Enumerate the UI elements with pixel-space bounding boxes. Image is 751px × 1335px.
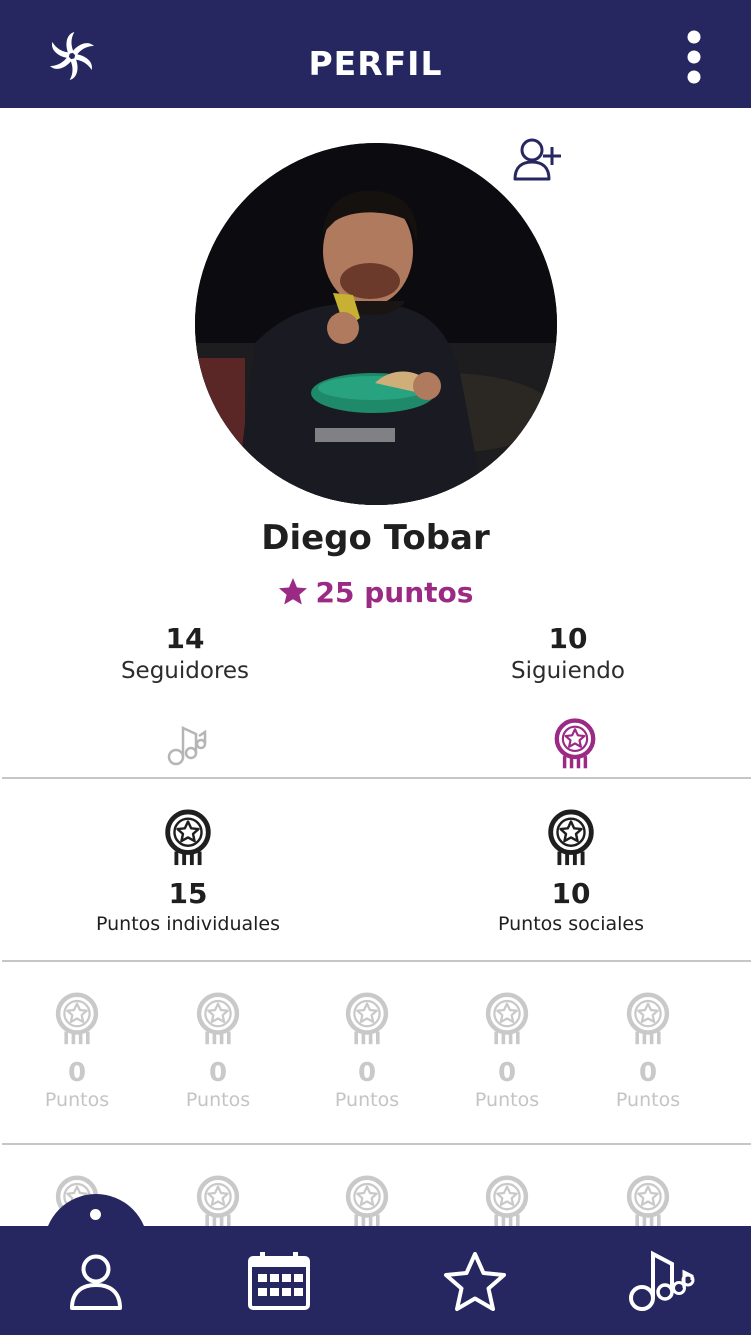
tab-music[interactable] (165, 722, 209, 770)
badge-value: 0 (67, 1058, 87, 1088)
individual-points-value: 15 (168, 877, 208, 910)
badge-label: Puntos (44, 1089, 110, 1111)
followers-stat[interactable]: 14 Seguidores (55, 622, 315, 686)
badge-item[interactable]: 0 Puntos (447, 992, 567, 1112)
badge-item[interactable] (158, 1175, 278, 1229)
individual-points: 15 Puntos individuales (38, 809, 338, 937)
followers-label: Seguidores (120, 658, 250, 684)
page-title: PERFIL (308, 44, 443, 83)
badge-label: Puntos (474, 1089, 540, 1111)
star-icon (278, 578, 307, 605)
badge-item[interactable] (307, 1175, 427, 1229)
individual-points-label: Puntos individuales (95, 913, 281, 935)
badge-label: Puntos (185, 1089, 251, 1111)
badge-item[interactable]: 0 Puntos (307, 992, 427, 1112)
active-dot (90, 1209, 101, 1220)
medal-icon (625, 1175, 671, 1229)
following-label: Siguiendo (511, 658, 625, 684)
medal-icon (553, 718, 597, 770)
nav-favorites[interactable] (442, 1250, 508, 1316)
more-vertical-icon[interactable] (676, 28, 712, 86)
badge-value: 0 (497, 1058, 517, 1088)
badge-value: 0 (357, 1058, 377, 1088)
music-notes-icon (167, 726, 207, 766)
calendar-icon (248, 1252, 310, 1310)
avatar[interactable] (195, 143, 557, 505)
social-points: 10 Puntos sociales (421, 809, 721, 937)
social-points-label: Puntos sociales (498, 913, 644, 935)
badge-label: Puntos (615, 1089, 681, 1111)
divider (2, 960, 751, 962)
points-text: 25 puntos (315, 576, 474, 609)
badge-item[interactable]: 0 Puntos (588, 992, 708, 1112)
nav-calendar[interactable] (246, 1250, 312, 1316)
medal-icon (195, 1175, 241, 1229)
badge-value: 0 (638, 1058, 658, 1088)
followers-count: 14 (165, 622, 205, 655)
badge-item[interactable]: 0 Puntos (158, 992, 278, 1112)
medal-icon (484, 1175, 530, 1229)
badge-label: Puntos (334, 1089, 400, 1111)
user-icon (70, 1254, 122, 1310)
user-points: 25 puntos (0, 574, 751, 612)
medal-icon (484, 992, 530, 1046)
medal-icon (344, 1175, 390, 1229)
medal-icon (162, 809, 214, 867)
tab-medals[interactable] (553, 718, 597, 766)
medal-icon (54, 992, 100, 1046)
badge-value: 0 (208, 1058, 228, 1088)
badge-item[interactable] (447, 1175, 567, 1229)
medal-icon (195, 992, 241, 1046)
add-user-icon[interactable] (510, 135, 564, 185)
user-name: Diego Tobar (261, 518, 490, 558)
badge-item[interactable]: 0 Puntos (17, 992, 137, 1112)
social-points-value: 10 (551, 877, 591, 910)
music-notes-icon (629, 1250, 695, 1311)
app-header: PERFIL (0, 0, 751, 108)
divider (2, 1143, 751, 1145)
following-count: 10 (548, 622, 588, 655)
following-stat[interactable]: 10 Siguiendo (438, 622, 698, 686)
medal-icon (545, 809, 597, 867)
medal-icon (344, 992, 390, 1046)
nav-profile[interactable] (68, 1252, 124, 1316)
divider (2, 777, 751, 779)
star-icon (444, 1252, 506, 1311)
medal-icon (625, 992, 671, 1046)
badge-item[interactable] (588, 1175, 708, 1229)
nav-music[interactable] (624, 1246, 696, 1318)
